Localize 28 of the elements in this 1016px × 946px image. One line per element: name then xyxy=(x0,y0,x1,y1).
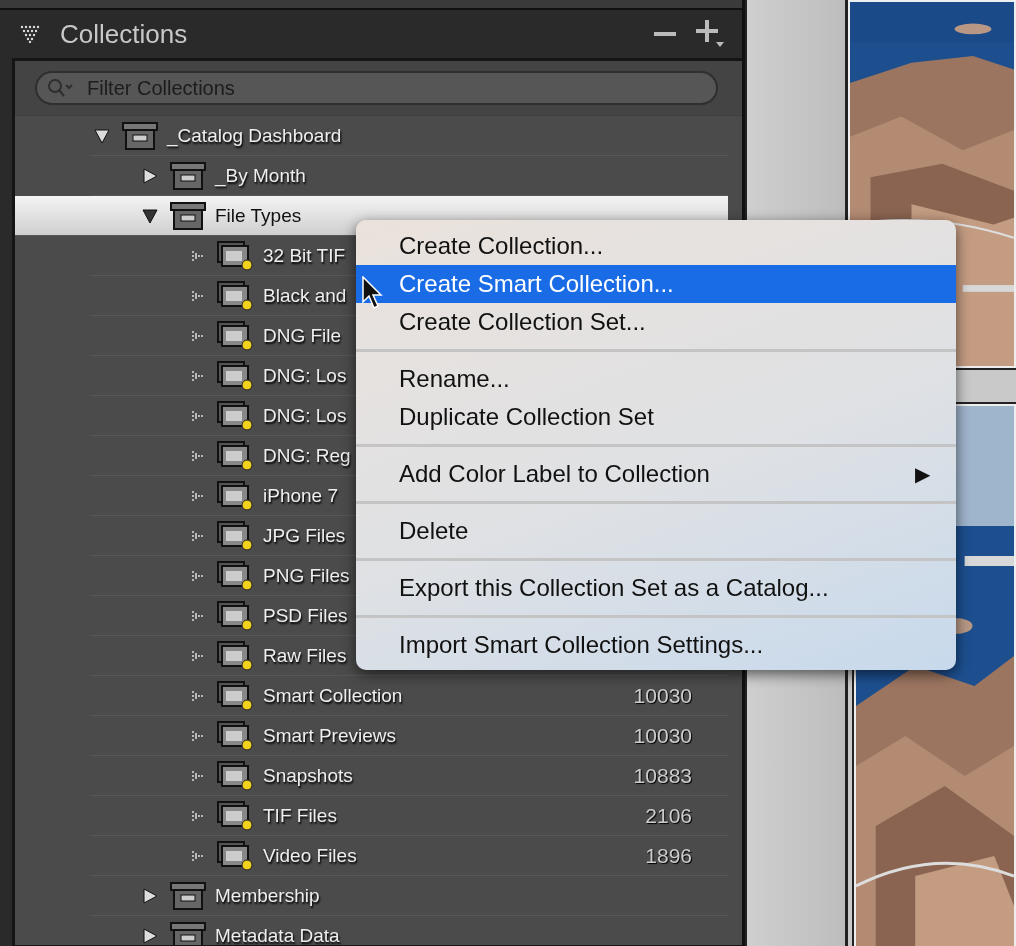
collection-name: Video Files xyxy=(263,844,357,867)
collection-name: _By Month xyxy=(215,164,306,187)
submenu-arrow: ▶ xyxy=(915,462,930,486)
collection-name: Smart Previews xyxy=(263,724,397,747)
collection-name: Membership xyxy=(215,884,320,907)
collection-name: 32 Bit TIF xyxy=(263,244,345,267)
photo-count: 1896 xyxy=(645,843,692,868)
collection-name: PNG Files xyxy=(263,564,350,587)
photo-count: 10030 xyxy=(633,723,692,748)
collection-name: PSD Files xyxy=(263,604,348,627)
collection-name: Metadata Data xyxy=(215,924,340,945)
collection-name: Raw Files xyxy=(263,644,347,667)
collection-name: DNG: Reg xyxy=(263,444,351,467)
collection-name: Snapshots xyxy=(263,764,353,787)
photo-count: 2106 xyxy=(645,803,692,828)
collection-name: DNG: Los xyxy=(263,404,347,427)
collection-name: DNG: Los xyxy=(263,364,347,387)
collection-name: Smart Collection xyxy=(263,684,403,707)
photo-count: 10030 xyxy=(633,683,692,708)
panel-title: Collections xyxy=(60,18,189,50)
photo-count: 10883 xyxy=(633,763,692,788)
collection-name: DNG File xyxy=(263,324,342,347)
collection-name: Black and xyxy=(263,284,347,307)
collection-name: File Types xyxy=(215,204,302,227)
collection-name: _Catalog Dashboard xyxy=(167,124,342,147)
collection-name: JPG Files xyxy=(263,524,346,547)
collection-name: TIF Files xyxy=(263,804,337,827)
collection-name: iPhone 7 xyxy=(263,484,338,507)
